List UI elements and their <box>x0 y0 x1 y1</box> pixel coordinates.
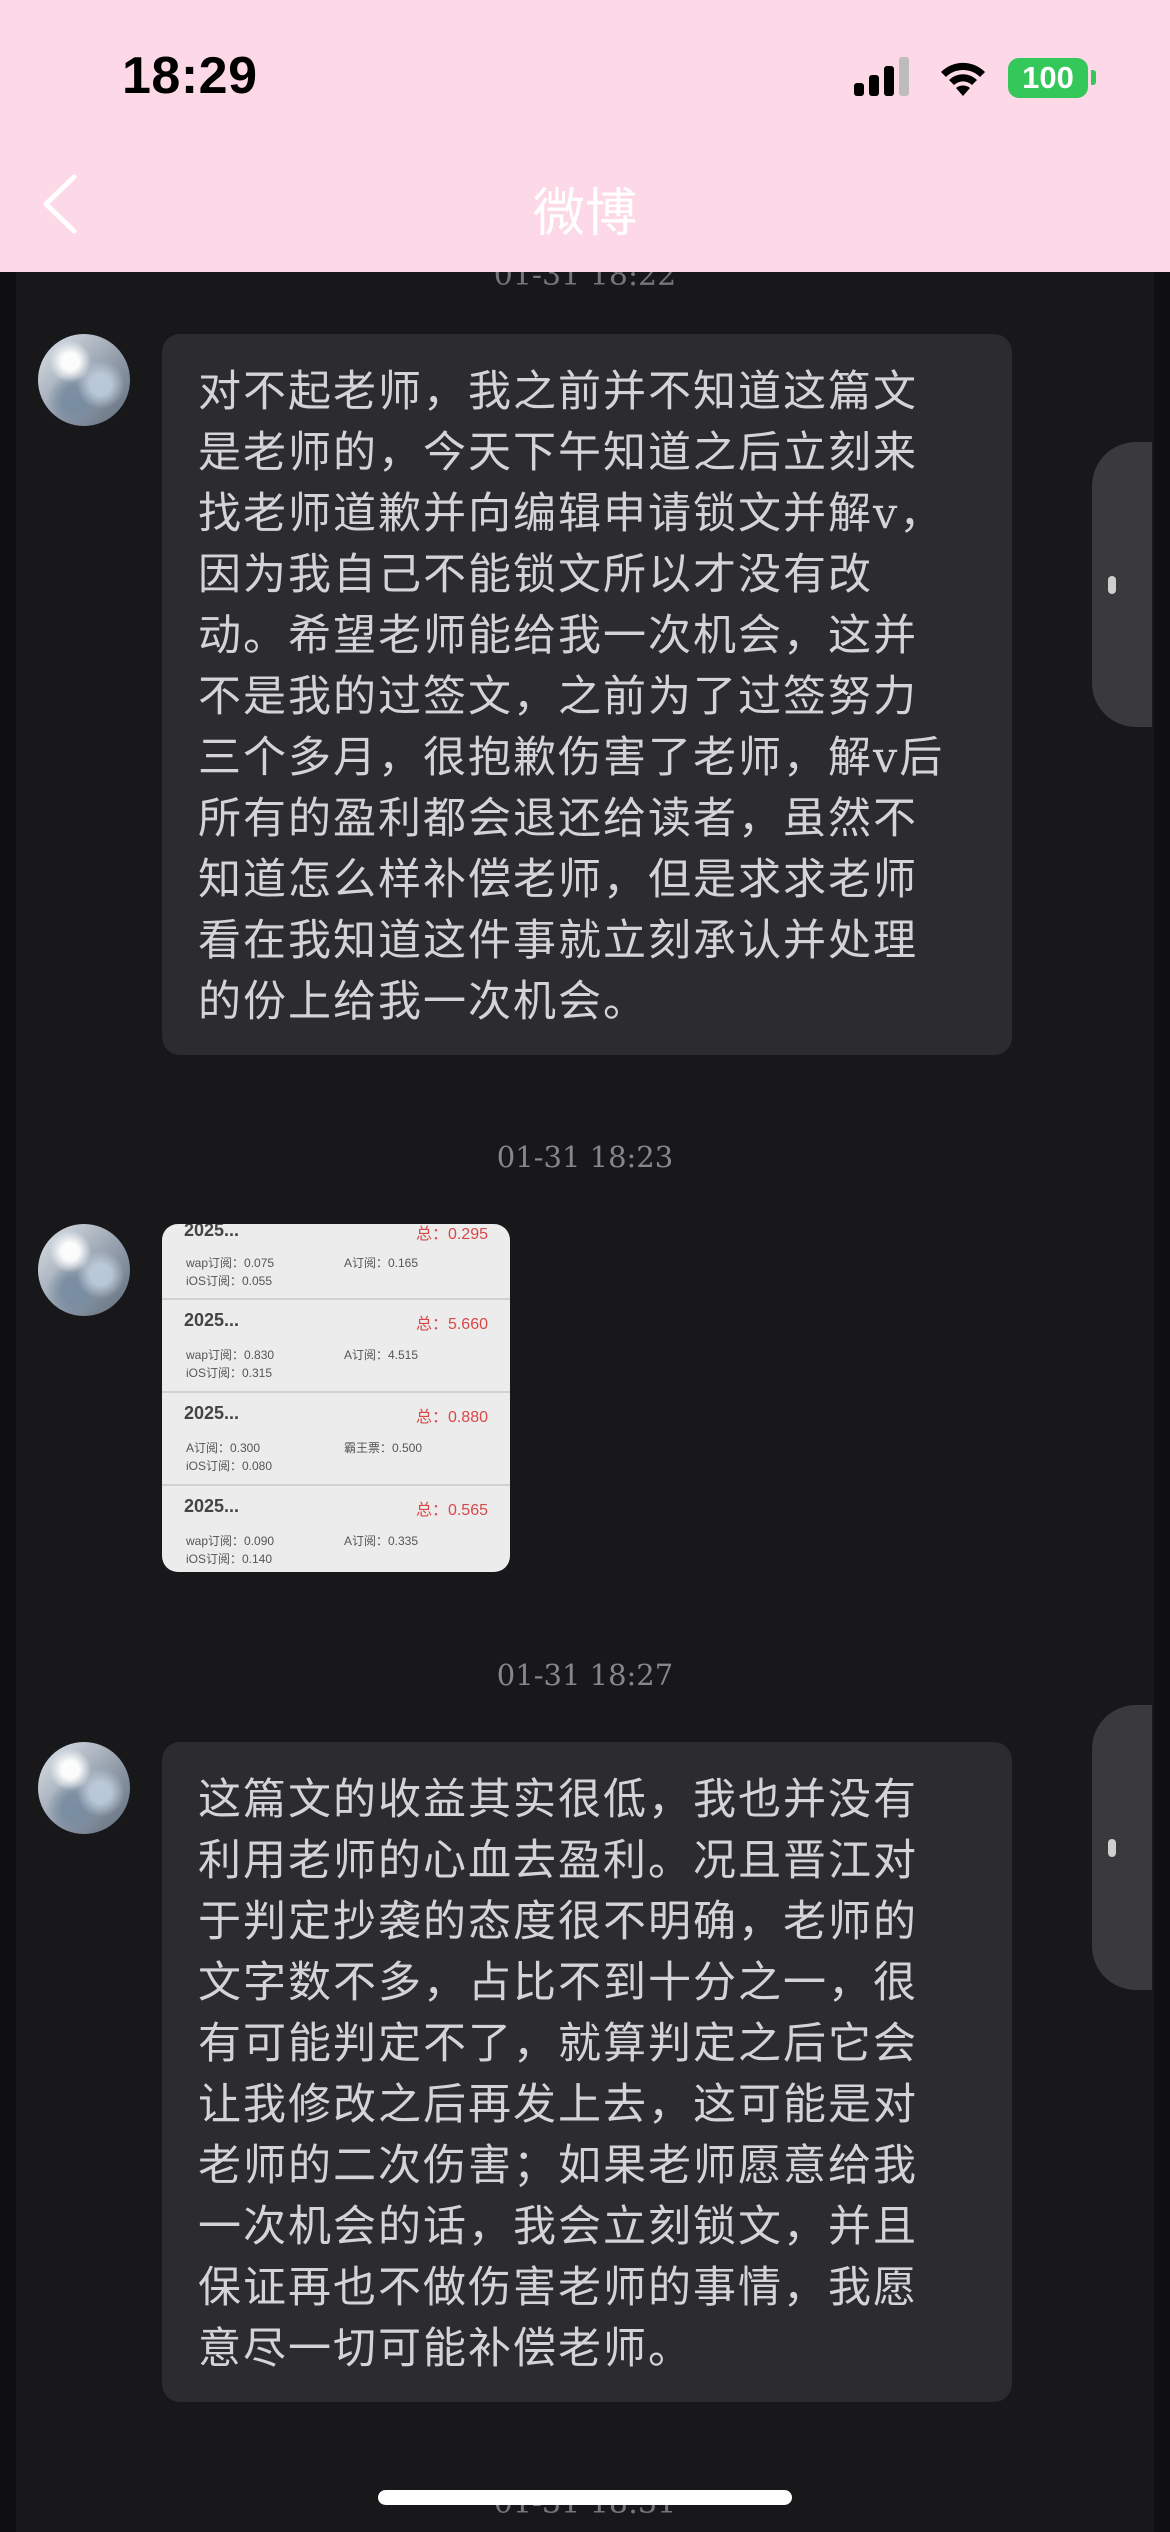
chat-area[interactable]: 01-31 18:22 对不起老师，我之前并不知道这篇文 是老师的，今天下午知道… <box>16 272 1154 2532</box>
row-total: 总：0.565 <box>415 1502 488 1519</box>
battery-indicator: 100 <box>1008 58 1088 98</box>
row-date: 2025... <box>184 1224 240 1240</box>
row-detail: iOS订阅：0.055 <box>186 1274 273 1288</box>
home-indicator[interactable] <box>378 2490 792 2505</box>
message-bubble[interactable]: 这篇文的收益其实很低，我也并没有 利用老师的心血去盈利。况且晋江对 于判定抄袭的… <box>162 1742 1012 2402</box>
row-detail: iOS订阅：0.140 <box>186 1552 273 1566</box>
avatar[interactable] <box>38 1224 130 1316</box>
earnings-row: 2025... 总：0.565 wap订阅：0.090 A订阅：0.335 iO… <box>162 1486 510 1572</box>
timestamp: 01-31 18:27 <box>496 1658 674 1692</box>
cellular-signal-icon <box>854 57 909 96</box>
row-detail: A订阅：0.165 <box>344 1256 419 1270</box>
avatar[interactable] <box>38 334 130 426</box>
earnings-row: 2025... 总：0.295 wap订阅：0.075 A订阅：0.165 iO… <box>162 1224 510 1300</box>
row-total: 总：5.660 <box>415 1316 488 1333</box>
row-total: 总：0.295 <box>415 1226 488 1243</box>
row-total: 总：0.880 <box>415 1409 488 1426</box>
floating-side-button[interactable] <box>1092 1705 1152 1990</box>
row-detail: A订阅：0.335 <box>344 1534 419 1548</box>
timestamp: 01-31 18:23 <box>496 1140 674 1174</box>
row-detail: A订阅：0.300 <box>186 1441 261 1455</box>
row-detail: iOS订阅：0.080 <box>186 1459 273 1473</box>
battery-tip <box>1091 70 1096 85</box>
image-message[interactable]: 2025... 总：0.295 wap订阅：0.075 A订阅：0.165 iO… <box>162 1224 510 1572</box>
status-bar: 18:29 100 <box>0 0 1170 135</box>
floating-side-button[interactable] <box>1092 442 1152 727</box>
nav-bar: 微博 <box>0 135 1170 272</box>
row-detail: wap订阅：0.075 <box>186 1256 275 1270</box>
avatar[interactable] <box>38 1742 130 1834</box>
row-date: 2025... <box>184 1310 240 1330</box>
message-bubble[interactable]: 对不起老师，我之前并不知道这篇文 是老师的，今天下午知道之后立刻来 找老师道歉并… <box>162 334 1012 1055</box>
row-detail: wap订阅：0.830 <box>186 1348 275 1362</box>
wifi-icon <box>941 62 985 96</box>
timestamp: 01-31 18:22 <box>493 272 677 293</box>
row-detail: A订阅：4.515 <box>344 1348 419 1362</box>
page-title: 微博 <box>532 184 637 244</box>
earnings-row: 2025... 总：5.660 wap订阅：0.830 A订阅：4.515 iO… <box>162 1300 510 1393</box>
row-date: 2025... <box>184 1496 240 1516</box>
status-time: 18:29 <box>122 47 258 105</box>
row-detail: 霸王票：0.500 <box>344 1441 423 1455</box>
row-detail: wap订阅：0.090 <box>186 1534 275 1548</box>
earnings-row: 2025... 总：0.880 A订阅：0.300 霸王票：0.500 iOS订… <box>162 1393 510 1486</box>
row-date: 2025... <box>184 1403 240 1423</box>
row-detail: iOS订阅：0.315 <box>186 1366 273 1380</box>
